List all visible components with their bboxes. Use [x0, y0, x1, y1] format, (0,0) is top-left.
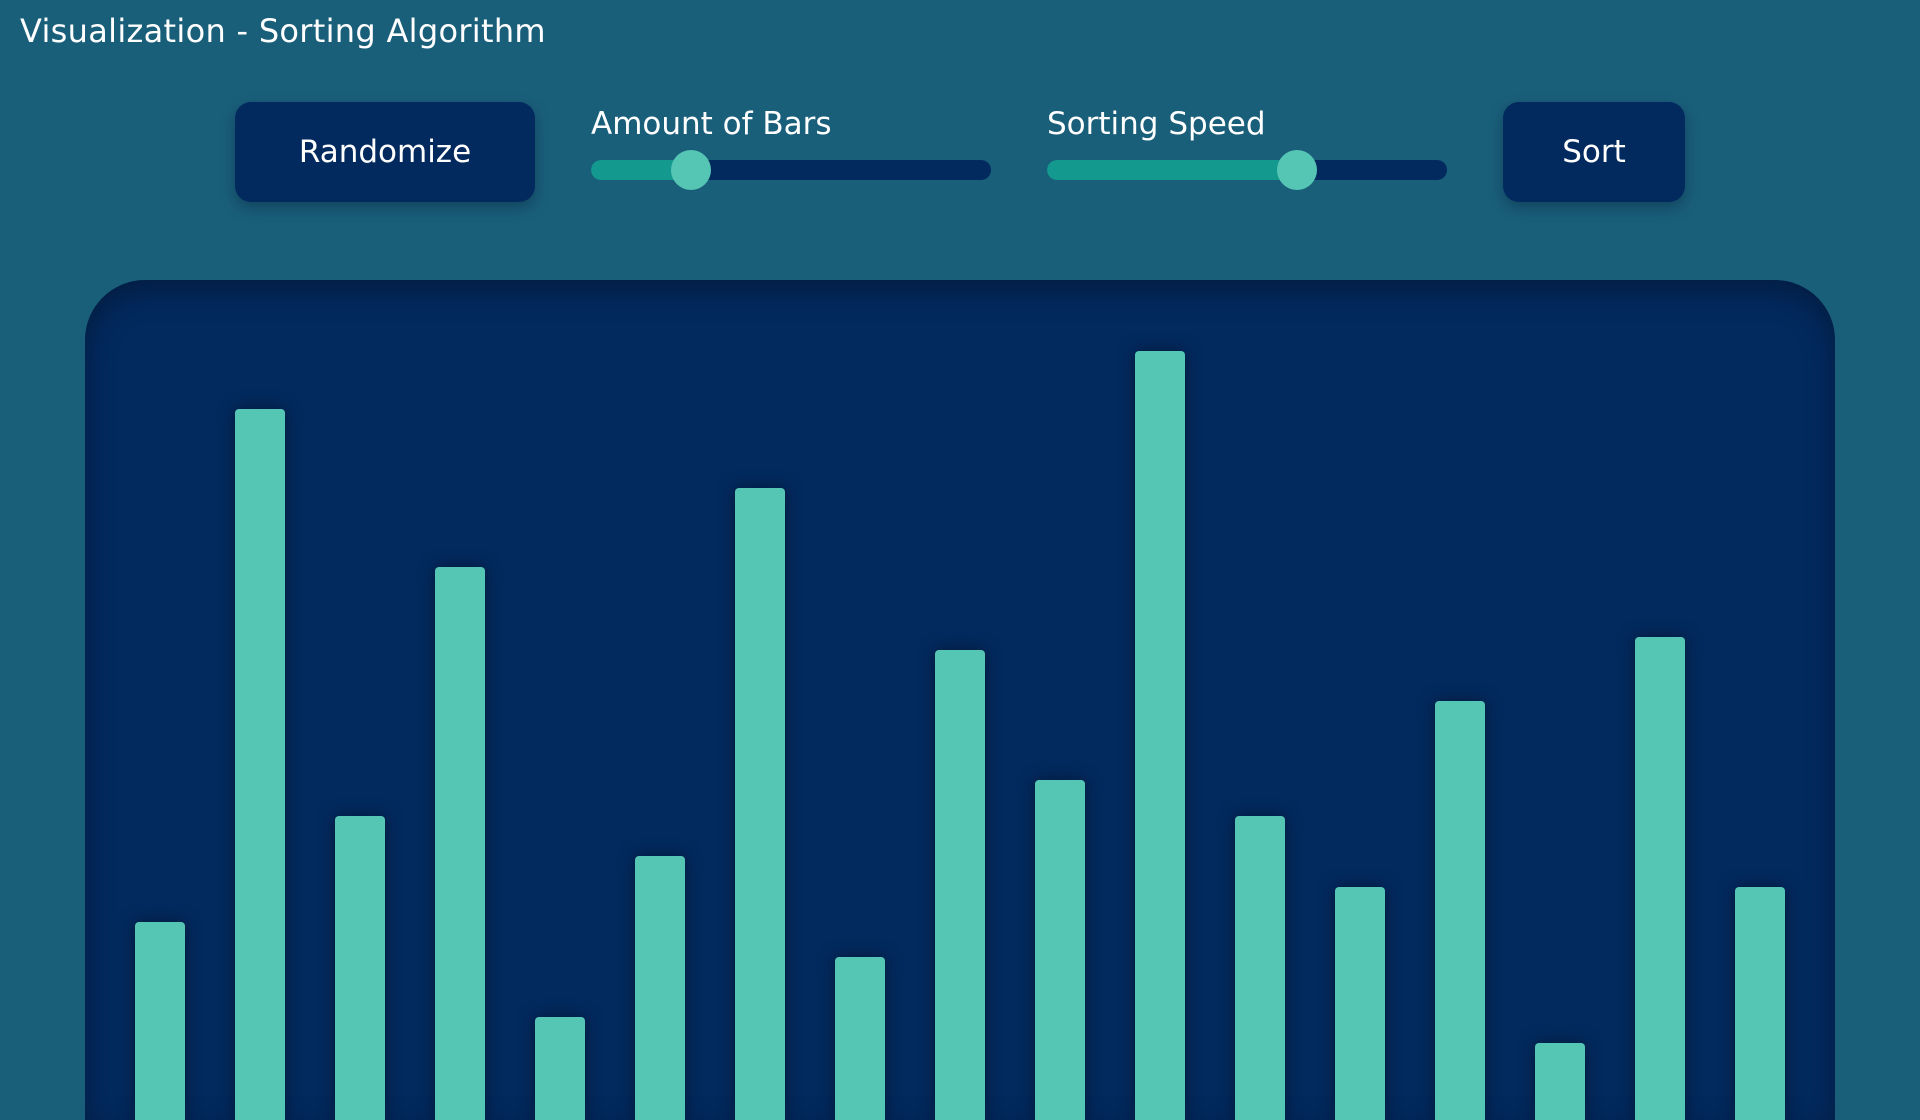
bar [535, 1017, 585, 1120]
sorting-speed-slider-group: Sorting Speed [1047, 106, 1447, 190]
bar [1435, 701, 1485, 1120]
amount-of-bars-slider[interactable] [591, 150, 991, 190]
sorting-speed-slider[interactable] [1047, 150, 1447, 190]
amount-of-bars-label: Amount of Bars [591, 106, 832, 142]
bar [835, 957, 885, 1120]
bar [135, 922, 185, 1120]
amount-of-bars-slider-group: Amount of Bars [591, 106, 991, 190]
bar [1535, 1043, 1585, 1120]
bar [735, 488, 785, 1120]
bar [1035, 780, 1085, 1120]
bar [335, 816, 385, 1120]
sorting-speed-slider-thumb[interactable] [1277, 150, 1317, 190]
bars-panel [85, 280, 1835, 1120]
bar [935, 650, 985, 1120]
bar [1135, 351, 1185, 1120]
amount-of-bars-slider-thumb[interactable] [671, 150, 711, 190]
bar [1335, 887, 1385, 1120]
randomize-button[interactable]: Randomize [235, 102, 535, 202]
sorting-speed-label: Sorting Speed [1047, 106, 1266, 142]
bar [435, 567, 485, 1120]
bar [1735, 887, 1785, 1120]
controls-bar: Randomize Amount of Bars Sorting Speed S… [0, 0, 1920, 260]
bar [1635, 637, 1685, 1120]
bar [635, 856, 685, 1120]
bar [235, 409, 285, 1120]
sorting-speed-slider-fill [1047, 160, 1297, 180]
bar [1235, 816, 1285, 1120]
sort-button[interactable]: Sort [1503, 102, 1685, 202]
